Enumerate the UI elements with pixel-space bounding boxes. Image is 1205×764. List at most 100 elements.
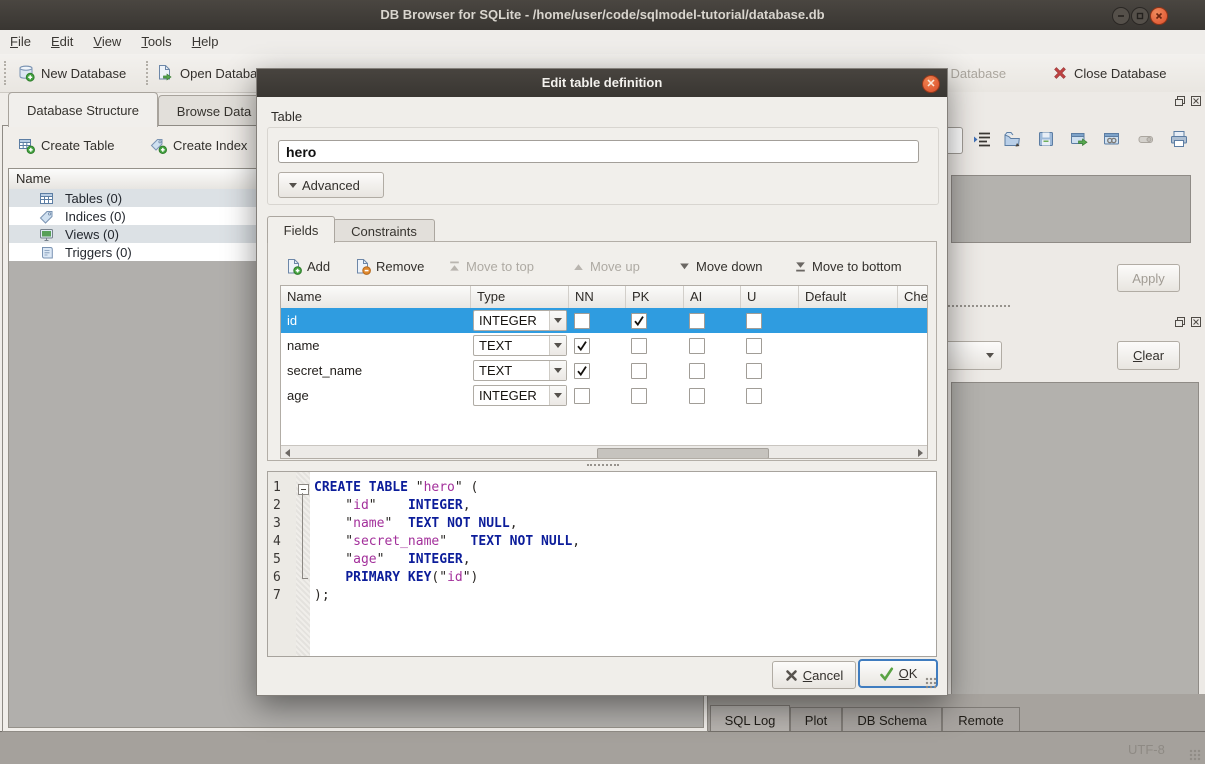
pk-checkbox[interactable] xyxy=(631,338,647,354)
create-index-button[interactable]: Create Index xyxy=(150,132,247,158)
save-file-icon[interactable] xyxy=(1036,129,1056,149)
move-to-bottom-button[interactable]: Move to bottom xyxy=(794,253,902,279)
type-combo[interactable]: INTEGER xyxy=(473,310,567,331)
ai-checkbox[interactable] xyxy=(689,313,705,329)
cancel-button[interactable]: Cancel xyxy=(772,661,856,689)
minimize-button[interactable] xyxy=(1112,7,1130,25)
window-resize-grip[interactable] xyxy=(1189,749,1201,761)
field-row-secret_name[interactable]: secret_name TEXT xyxy=(281,358,927,383)
print-icon[interactable] xyxy=(1169,129,1189,149)
dialog-close-button[interactable]: ✕ xyxy=(922,75,940,93)
close-database-button[interactable]: Close Database xyxy=(1052,59,1167,87)
grid-hscrollbar[interactable] xyxy=(281,445,927,459)
null-icon[interactable] xyxy=(1136,129,1156,149)
dock-close-icon[interactable] xyxy=(1190,316,1202,328)
type-combo[interactable]: TEXT xyxy=(473,335,567,356)
column-header-check[interactable]: Check xyxy=(898,286,928,308)
field-row-name[interactable]: name TEXT xyxy=(281,333,927,358)
move-down-button[interactable]: Move down xyxy=(678,253,762,279)
field-name-cell[interactable]: age xyxy=(287,388,309,403)
pk-checkbox[interactable] xyxy=(631,388,647,404)
bottom-tab-plot[interactable]: Plot xyxy=(790,707,842,734)
sql-line: PRIMARY KEY("id") xyxy=(314,569,478,587)
u-checkbox[interactable] xyxy=(746,388,762,404)
export-window-icon[interactable] xyxy=(1069,129,1089,149)
menu-item-help[interactable]: Help xyxy=(182,30,229,54)
field-name-cell[interactable]: id xyxy=(287,313,297,328)
menu-item-tools[interactable]: Tools xyxy=(131,30,181,54)
pk-checkbox[interactable] xyxy=(631,313,647,329)
column-header-type[interactable]: Type xyxy=(471,286,569,308)
link-window-icon[interactable] xyxy=(1102,129,1122,149)
scrollbar-thumb[interactable] xyxy=(597,448,769,459)
ai-checkbox[interactable] xyxy=(689,338,705,354)
dock-float-icon[interactable] xyxy=(1174,316,1186,328)
tab-browse-data[interactable]: Browse Data xyxy=(158,95,270,127)
tab-database-structure[interactable]: Database Structure xyxy=(8,92,158,127)
scroll-right-icon[interactable] xyxy=(918,449,923,457)
type-combo[interactable]: INTEGER xyxy=(473,385,567,406)
menu-item-file[interactable]: File xyxy=(0,30,41,54)
field-row-age[interactable]: age INTEGER xyxy=(281,383,927,408)
field-name-cell[interactable]: name xyxy=(287,338,320,353)
nn-checkbox[interactable] xyxy=(574,388,590,404)
format-icon[interactable] xyxy=(972,129,992,149)
new-database-button[interactable]: New Database xyxy=(17,59,126,87)
column-header-ai[interactable]: AI xyxy=(684,286,741,308)
create-table-button[interactable]: Create Table xyxy=(18,132,114,158)
maximize-button[interactable] xyxy=(1131,7,1149,25)
ai-checkbox[interactable] xyxy=(689,363,705,379)
dock-close-icon[interactable] xyxy=(1190,95,1202,107)
table-label: Table xyxy=(271,109,302,124)
u-checkbox[interactable] xyxy=(746,363,762,379)
fold-collapse-icon[interactable] xyxy=(298,484,309,495)
nn-checkbox[interactable] xyxy=(574,363,590,379)
dialog-titlebar[interactable]: Edit table definition ✕ xyxy=(257,69,947,97)
move-top-icon xyxy=(448,260,461,273)
scroll-left-icon[interactable] xyxy=(285,449,290,457)
window-titlebar[interactable]: DB Browser for SQLite - /home/user/code/… xyxy=(0,0,1205,30)
nn-checkbox[interactable] xyxy=(574,338,590,354)
pk-checkbox[interactable] xyxy=(631,363,647,379)
dock-splitter-handle[interactable] xyxy=(948,305,1010,307)
move-up-button: Move up xyxy=(572,253,640,279)
nn-checkbox[interactable] xyxy=(574,313,590,329)
app-window: DB Browser for SQLite - /home/user/code/… xyxy=(0,0,1205,764)
dialog-splitter-handle[interactable] xyxy=(587,464,619,466)
toolbar-field-fragment[interactable] xyxy=(948,127,963,154)
sql-log-area[interactable] xyxy=(951,382,1199,696)
menu-item-view[interactable]: View xyxy=(83,30,131,54)
ai-checkbox[interactable] xyxy=(689,388,705,404)
open-file-icon[interactable] xyxy=(1002,129,1022,149)
column-header-u[interactable]: U xyxy=(741,286,799,308)
u-checkbox[interactable] xyxy=(746,338,762,354)
u-checkbox[interactable] xyxy=(746,313,762,329)
toolbar-grip[interactable] xyxy=(4,61,10,85)
bottom-tab-db-schema[interactable]: DB Schema xyxy=(842,707,942,734)
advanced-button[interactable]: Advanced xyxy=(278,172,384,198)
field-name-cell[interactable]: secret_name xyxy=(287,363,362,378)
remove-button[interactable]: Remove xyxy=(354,253,424,279)
column-header-pk[interactable]: PK xyxy=(626,286,684,308)
column-header-name[interactable]: Name xyxy=(281,286,471,308)
tab-fields[interactable]: Fields xyxy=(267,216,335,243)
tab-constraints[interactable]: Constraints xyxy=(333,219,435,243)
open-database-button[interactable]: Open Database xyxy=(156,59,271,87)
add-button[interactable]: Add xyxy=(285,253,330,279)
column-header-nn[interactable]: NN xyxy=(569,286,626,308)
dock-float-icon[interactable] xyxy=(1174,95,1186,107)
table-name-input[interactable] xyxy=(278,140,919,163)
toolbar-grip[interactable] xyxy=(146,61,152,85)
field-row-id[interactable]: id INTEGER xyxy=(281,308,927,333)
clear-log-button[interactable]: Clear xyxy=(1117,341,1180,370)
dialog-resize-grip[interactable] xyxy=(925,677,937,689)
sql-preview[interactable]: 1234567 CREATE TABLE "hero" ( "id" INTEG… xyxy=(267,471,937,657)
close-button[interactable] xyxy=(1150,7,1168,25)
log-filter-dropdown[interactable] xyxy=(948,341,1002,370)
line-number-gutter: 1234567 xyxy=(268,472,296,656)
menu-item-edit[interactable]: Edit xyxy=(41,30,83,54)
type-combo[interactable]: TEXT xyxy=(473,360,567,381)
bottom-tab-remote[interactable]: Remote xyxy=(942,707,1020,734)
cell-editor-area[interactable] xyxy=(951,175,1191,243)
column-header-default[interactable]: Default xyxy=(799,286,898,308)
